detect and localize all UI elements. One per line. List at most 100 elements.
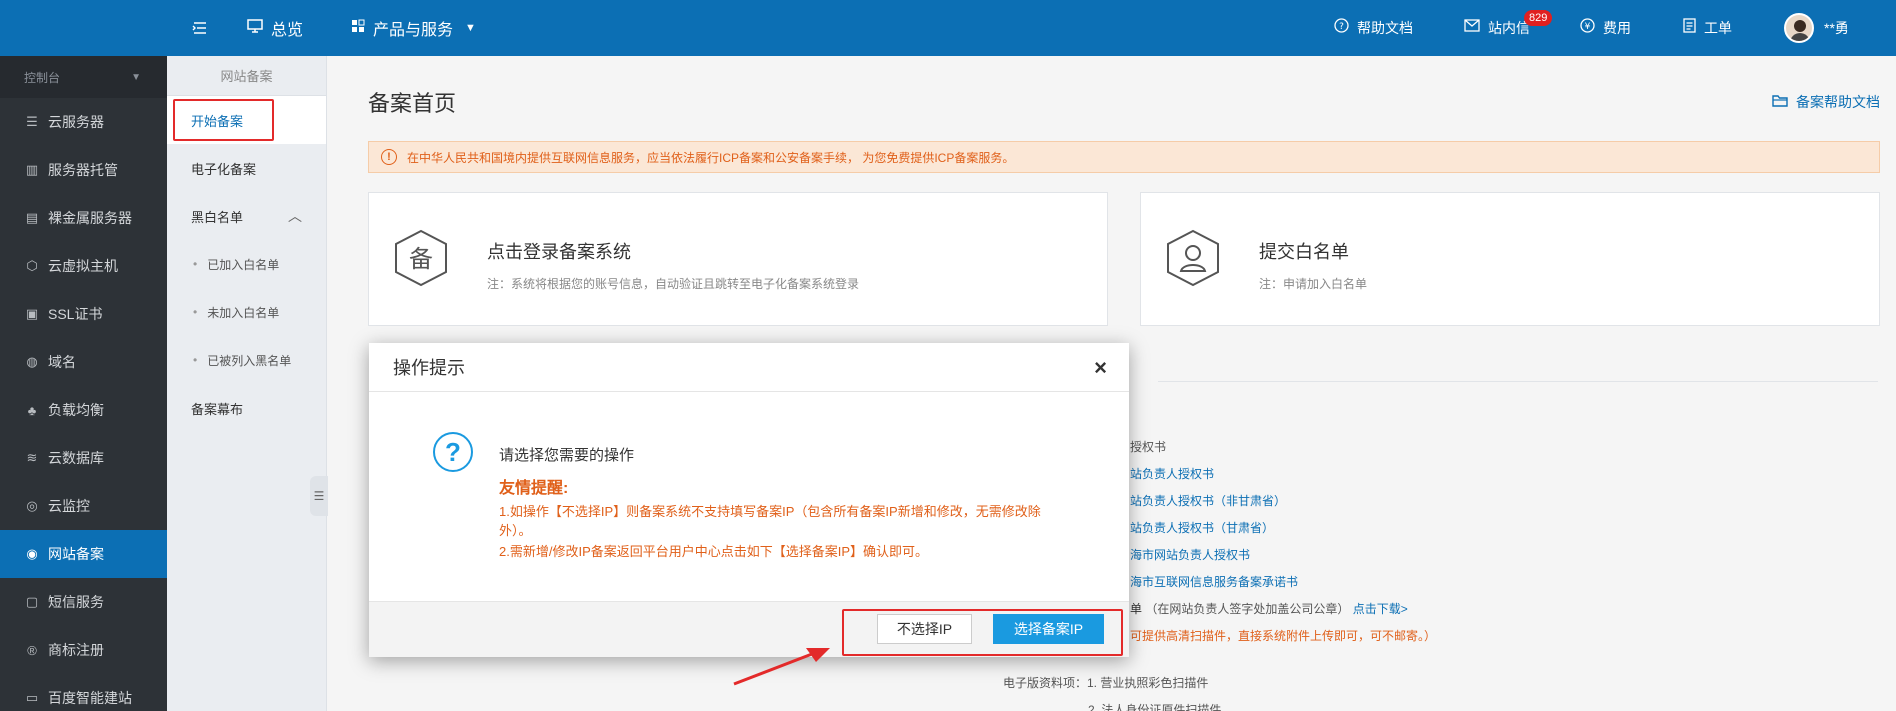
record-help-link[interactable]: 备案帮助文档 xyxy=(1772,92,1880,112)
sidebar-item-label: 云虚拟主机 xyxy=(48,258,118,274)
close-icon[interactable]: × xyxy=(1094,355,1107,381)
sidebar-item-trademark[interactable]: ® 商标注册 xyxy=(0,626,167,674)
bg-doc-link[interactable]: 海市网站负责人授权书 xyxy=(1130,546,1250,563)
record-help-label: 备案帮助文档 xyxy=(1796,94,1880,110)
submit-whitelist-card[interactable]: 提交白名单 注：申请加入白名单 xyxy=(1140,192,1880,326)
bg-doc-link[interactable]: 站负责人授权书（甘肃省） xyxy=(1130,519,1274,536)
subnav-record-screen[interactable]: 备案幕布 xyxy=(167,384,326,432)
bg-sign-prefix: 单 xyxy=(1130,602,1143,616)
question-icon: ? xyxy=(433,432,473,472)
bg-electronic-item: 2. 法人身份证原件扫描件 xyxy=(1088,703,1222,711)
record-icon: ◉ xyxy=(26,546,38,561)
reminder-line-1: 1.如操作【不选择IP】则备案系统不支持填写备案IP（包含所有备案IP新增和修改… xyxy=(499,504,1041,538)
sidebar-item-load-balance[interactable]: ♣ 负载均衡 xyxy=(0,386,167,434)
reminder-title: 友情提醒: xyxy=(499,480,569,497)
svg-text:?: ? xyxy=(1339,22,1344,32)
hosting-icon: ▥ xyxy=(25,162,39,177)
card-title: 点击登录备案系统 xyxy=(487,242,631,262)
record-subnav: 网站备案 开始备案 电子化备案 黑白名单︿ 已加入白名单 未加入白名单 已被列入… xyxy=(167,56,327,711)
menu-icon[interactable] xyxy=(192,0,208,56)
collapse-subnav-toggle[interactable]: ☰ xyxy=(310,476,328,516)
monitor-icon xyxy=(247,18,263,38)
sms-icon: ▢ xyxy=(25,594,39,609)
sidebar-item-sms[interactable]: ▢ 短信服务 xyxy=(0,578,167,626)
help-docs-link[interactable]: ? 帮助文档 xyxy=(1334,0,1413,56)
fees-link[interactable]: ¥ 费用 xyxy=(1580,0,1631,56)
fees-label: 费用 xyxy=(1603,20,1631,36)
bg-doc-link[interactable]: 海市互联网信息服务备案承诺书 xyxy=(1130,573,1298,590)
database-icon: ≋ xyxy=(26,450,38,465)
compliance-notice: ! 在中华人民共和国境内提供互联网信息服务，应当依法履行ICP备案和公安备案手续… xyxy=(368,141,1880,173)
sidebar-item-website-record[interactable]: ◉ 网站备案 xyxy=(0,530,167,578)
subnav-blacklisted[interactable]: 已被列入黑名单 xyxy=(167,336,326,384)
help-docs-label: 帮助文档 xyxy=(1357,20,1413,36)
user-menu[interactable]: **勇 xyxy=(1784,0,1849,56)
tickets-link[interactable]: 工单 xyxy=(1683,0,1732,56)
subnav-not-added-whitelist[interactable]: 未加入白名单 xyxy=(167,288,326,336)
help-circle-icon: ? xyxy=(1334,18,1349,38)
svg-text:¥: ¥ xyxy=(1585,22,1591,32)
bg-doc-link[interactable]: 站负责人授权书（非甘肃省） xyxy=(1130,492,1286,509)
download-link[interactable]: 点击下载> xyxy=(1353,602,1408,616)
server-icon: ☰ xyxy=(26,114,38,129)
subnav-label: 黑白名单 xyxy=(191,209,244,225)
sidebar-item-site-builder[interactable]: ▭ 百度智能建站 xyxy=(0,674,167,711)
sidebar-item-ssl[interactable]: ▣ SSL证书 xyxy=(0,290,167,338)
yen-icon: ¥ xyxy=(1580,18,1595,38)
grid-icon xyxy=(351,19,365,38)
site-icon: ▭ xyxy=(25,690,39,705)
divider xyxy=(1158,381,1878,382)
messages-link[interactable]: 站内信 xyxy=(1464,0,1530,56)
chevron-up-icon: ︿ xyxy=(288,208,302,224)
bg-doc-link[interactable]: 站负责人授权书 xyxy=(1130,465,1214,482)
sidebar-item-label: 裸金属服务器 xyxy=(48,210,132,226)
sidebar-item-bare-metal[interactable]: ▤ 裸金属服务器 xyxy=(0,194,167,242)
caret-down-icon: ▼ xyxy=(465,22,476,34)
card-note: 注：系统将根据您的账号信息，自动验证且跳转至电子化备案系统登录 xyxy=(487,277,860,291)
main-sidebar: 控制台 ▼ ☰ 云服务器 ▥ 服务器托管 ▤ 裸金属服务器 ⬡ 云虚拟主机 ▣ SSL证书… xyxy=(0,56,167,711)
sidebar-item-server-hosting[interactable]: ▥ 服务器托管 xyxy=(0,146,167,194)
highlight-box-buttons xyxy=(842,609,1123,656)
dialog-header: 操作提示 × xyxy=(369,343,1129,392)
products-label: 产品与服务 xyxy=(373,22,454,39)
mail-icon xyxy=(1464,19,1480,37)
bg-doc-line: 授权书 xyxy=(1130,440,1167,454)
caret-down-icon: ▼ xyxy=(131,71,141,83)
dialog-prompt: 请选择您需要的操作 xyxy=(499,447,635,464)
ticket-icon xyxy=(1683,18,1696,38)
overview-nav[interactable]: 总览 xyxy=(247,0,303,56)
sidebar-item-label: 网站备案 xyxy=(48,546,104,562)
user-hexagon-icon xyxy=(1167,229,1219,287)
subnav-electronic-record[interactable]: 电子化备案 xyxy=(167,144,326,192)
subnav-label: 已加入白名单 xyxy=(207,257,280,272)
annotation-arrow-icon xyxy=(733,648,830,686)
subnav-title: 网站备案 xyxy=(167,56,326,96)
card-title: 提交白名单 xyxy=(1259,242,1349,262)
subnav-label: 未加入白名单 xyxy=(207,305,280,320)
console-switcher[interactable]: 控制台 ▼ xyxy=(0,56,167,98)
overview-label: 总览 xyxy=(271,22,304,39)
sidebar-item-label: 云数据库 xyxy=(48,450,104,466)
login-record-system-card[interactable]: 备 点击登录备案系统 注：系统将根据您的账号信息，自动验证且跳转至电子化备案系统… xyxy=(368,192,1108,326)
sidebar-item-cloud-server[interactable]: ☰ 云服务器 xyxy=(0,98,167,146)
sidebar-item-label: 云服务器 xyxy=(48,114,104,130)
sidebar-item-label: 服务器托管 xyxy=(48,162,118,178)
subnav-added-whitelist[interactable]: 已加入白名单 xyxy=(167,240,326,288)
sidebar-item-monitor[interactable]: ◎ 云监控 xyxy=(0,482,167,530)
cube-icon: ⬡ xyxy=(26,258,38,273)
sidebar-item-domain[interactable]: ◍ 域名 xyxy=(0,338,167,386)
sidebar-item-label: 云监控 xyxy=(48,498,90,514)
products-dropdown[interactable]: 产品与服务 ▼ xyxy=(351,0,476,56)
card-note: 注：申请加入白名单 xyxy=(1259,277,1368,291)
sidebar-item-virtual-host[interactable]: ⬡ 云虚拟主机 xyxy=(0,242,167,290)
page-title: 备案首页 xyxy=(368,91,457,116)
bg-orange-note: 可提供高清扫描件，直接系统附件上传即可，可不邮寄。） xyxy=(1130,629,1437,643)
reminder-line-2: 2.需新增/修改IP备案返回平台用户中心点击如下【选择备案IP】确认即可。 xyxy=(499,544,929,559)
sidebar-item-label: 负载均衡 xyxy=(48,402,104,418)
monitor-icon: ◎ xyxy=(26,498,38,513)
record-hexagon-icon: 备 xyxy=(395,229,447,287)
subnav-black-white-list[interactable]: 黑白名单 ︿ xyxy=(167,192,326,240)
trademark-icon: ® xyxy=(27,642,37,658)
sidebar-item-database[interactable]: ≋ 云数据库 xyxy=(0,434,167,482)
avatar xyxy=(1784,13,1814,43)
